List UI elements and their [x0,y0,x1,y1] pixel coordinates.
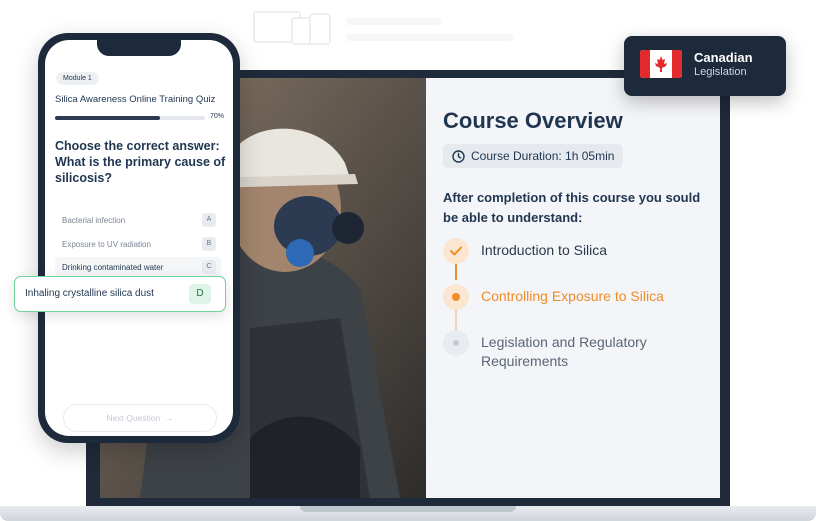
canadian-legislation-badge: Canadian Legislation [624,36,786,96]
answer-text: Exposure to UV radiation [62,240,151,249]
current-step-icon [443,284,469,310]
answer-option-b[interactable]: Exposure to UV radiation B [55,234,221,254]
answer-option-a[interactable]: Bacterial infection A [55,210,221,230]
step-controlling-exposure[interactable]: Controlling Exposure to Silica [443,284,703,330]
quiz-progress-fill [55,116,160,120]
course-overview: Course Overview Course Duration: 1h 05mi… [443,108,713,228]
next-button-label: Next Question [106,413,161,423]
laptop-base [0,506,816,521]
course-overview-title: Course Overview [443,108,623,133]
answer-text: Inhaling crystalline silica dust [25,288,154,299]
clock-icon [452,149,465,163]
canada-flag-icon [640,50,682,78]
step-introduction[interactable]: Introduction to Silica [443,238,703,284]
course-steps: Introduction to Silica Controlling Expos… [443,238,703,390]
answer-text: Drinking contaminated water [62,263,164,272]
answer-option-d-selected[interactable]: Inhaling crystalline silica dust D [14,276,226,312]
quiz-title: Silica Awareness Online Training Quiz [55,94,216,105]
answer-text: Bacterial infection [62,216,126,225]
module-badge: Module 1 [56,72,99,85]
quiz-screen: Module 1 Silica Awareness Online Trainin… [45,40,233,436]
next-question-button[interactable]: Next Question → [63,404,217,432]
step-label: Controlling Exposure to Silica [481,288,664,304]
step-label: Introduction to Silica [481,242,608,258]
phone-notch [97,40,181,56]
answer-letter: D [189,284,211,304]
quiz-question: Choose the correct answer: What is the p… [55,139,226,185]
check-icon [443,238,469,264]
answer-option-c[interactable]: Drinking contaminated water C [55,257,221,277]
course-duration: Course Duration: 1h 05min [443,144,624,168]
course-duration-label: Course Duration: 1h 05min [471,149,615,163]
top-hint [252,10,552,50]
arrow-right-icon: → [162,413,174,423]
quiz-progress-label: 70% [210,113,225,120]
answer-letter: A [202,213,216,227]
answer-letter: B [202,237,216,251]
badge-subtitle: Legislation [694,66,747,78]
answer-letter: C [202,260,216,274]
devices-icon [253,11,331,45]
step-label: Legislation and Regulatory Requirements [481,334,647,369]
upcoming-step-icon [443,330,469,356]
quiz-progress-bar [55,116,205,120]
course-intro-text: After completion of this course you soul… [443,190,701,225]
phone-frame: Module 1 Silica Awareness Online Trainin… [38,33,240,443]
step-legislation[interactable]: Legislation and Regulatory Requirements [443,330,703,390]
badge-title: Canadian [694,50,753,65]
